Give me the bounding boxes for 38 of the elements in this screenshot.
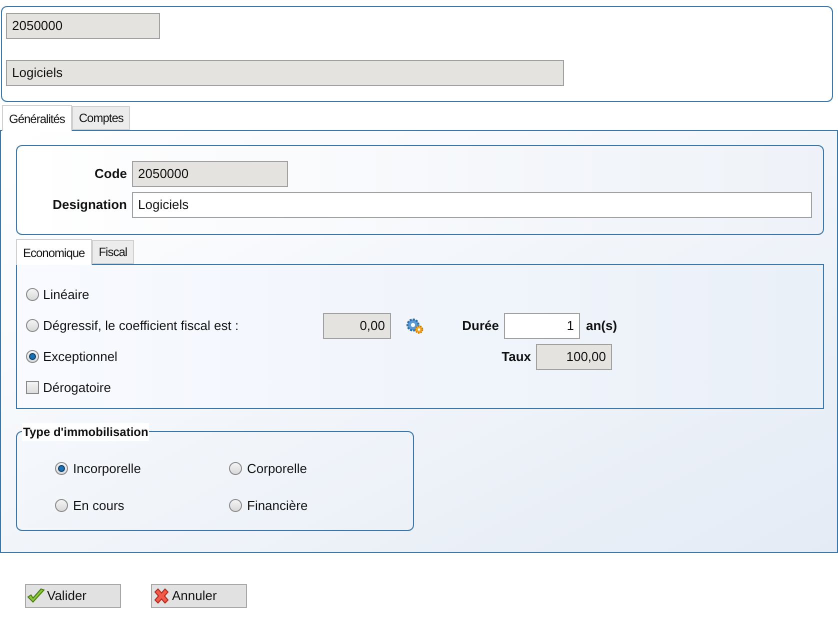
option-label: Exceptionnel <box>43 348 118 366</box>
radio-button[interactable] <box>229 462 242 476</box>
tab[interactable]: Généralités <box>2 105 72 131</box>
tab[interactable]: Fiscal <box>92 240 134 264</box>
taux-label: Taux <box>500 348 532 366</box>
designation-field[interactable]: Logiciels <box>6 60 564 86</box>
radio-button[interactable] <box>26 319 39 332</box>
gear-icon[interactable] <box>406 318 424 334</box>
radio-button[interactable] <box>26 350 39 363</box>
close-icon <box>153 588 170 604</box>
option-label: Linéaire <box>43 286 90 304</box>
unit-label: an(s) <box>586 316 618 335</box>
tab[interactable]: Economique <box>16 239 92 265</box>
code-field[interactable]: 2050000 <box>132 161 288 187</box>
radio-button[interactable] <box>26 288 39 301</box>
tab[interactable]: Comptes <box>72 106 130 130</box>
radio-button[interactable] <box>55 498 68 512</box>
designation-field[interactable]: Logiciels <box>132 192 812 218</box>
check-icon <box>27 588 45 604</box>
option-label: Incorporelle <box>73 460 141 478</box>
option-label: Dégressif, le coefficient fiscal est : <box>43 316 240 335</box>
code-label: Code <box>94 165 128 184</box>
duree-label: Durée <box>461 316 500 335</box>
option-label: Financière <box>247 496 308 514</box>
designation-label: Designation <box>52 196 128 214</box>
duree-field[interactable]: 1 <box>504 312 580 338</box>
option-label: Corporelle <box>247 460 307 478</box>
code-field[interactable]: 2050000 <box>6 13 160 39</box>
checkbox[interactable] <box>26 381 39 394</box>
taux-field[interactable]: 100,00 <box>536 344 612 370</box>
option-label: En cours <box>73 496 124 514</box>
validate-button[interactable]: Valider <box>25 584 121 608</box>
radio-button[interactable] <box>55 462 68 476</box>
group-title: Type d'immobilisation <box>22 423 150 441</box>
cancel-button[interactable]: Annuler <box>151 584 247 608</box>
radio-button[interactable] <box>229 498 242 512</box>
coefficient-field[interactable]: 0,00 <box>323 312 391 338</box>
option-label: Dérogatoire <box>43 378 112 397</box>
